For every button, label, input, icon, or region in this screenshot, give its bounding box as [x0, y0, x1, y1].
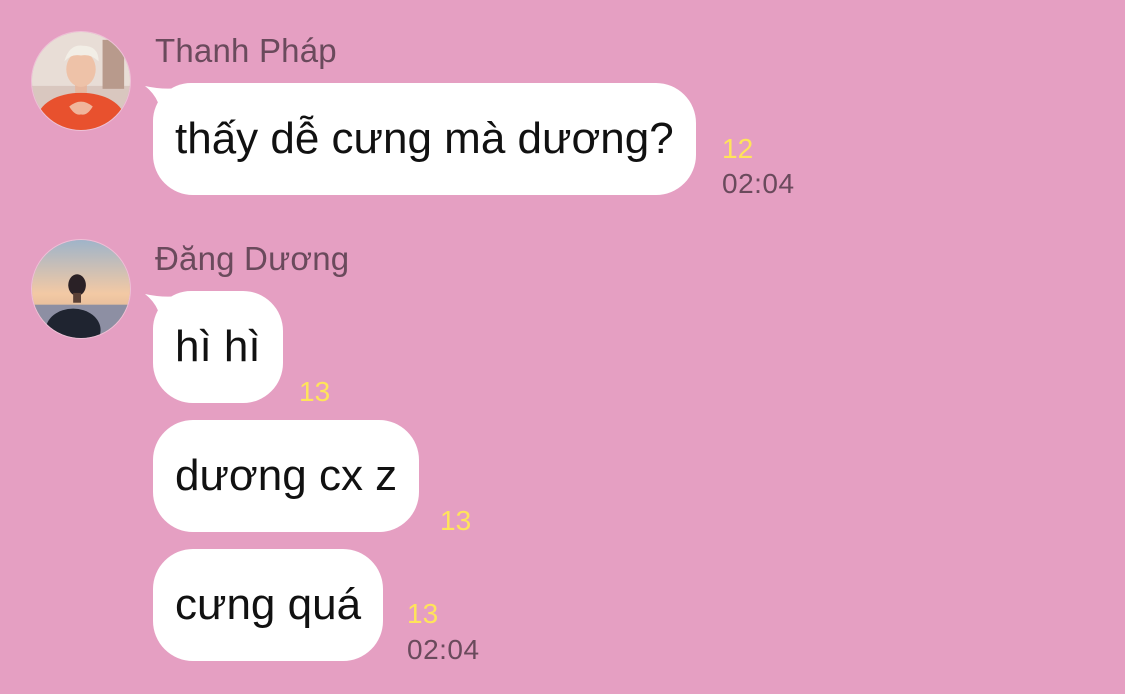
- read-count: 13: [440, 505, 472, 536]
- avatar-photo-icon: [32, 240, 130, 338]
- message-bubble[interactable]: thấy dễ cưng mà dương?: [153, 83, 696, 195]
- message-text: cưng quá: [175, 580, 362, 629]
- message-text: hì hì: [175, 322, 261, 371]
- avatar-dang-duong[interactable]: [31, 239, 131, 339]
- message-time: 02:04: [407, 634, 480, 665]
- chat-thread: Thanh Pháp thấy dễ cưng mà dương? 12 02:…: [0, 0, 1125, 694]
- avatar-photo-icon: [32, 32, 130, 130]
- sender-name: Thanh Pháp: [155, 32, 337, 69]
- message-bubble[interactable]: cưng quá: [153, 549, 384, 661]
- message-bubble[interactable]: dương cx z: [153, 420, 420, 532]
- read-count: 13: [407, 598, 439, 629]
- message-text: thấy dễ cưng mà dương?: [175, 114, 674, 163]
- message-bubble[interactable]: hì hì: [153, 291, 283, 403]
- avatar-thanh-phap[interactable]: [31, 31, 131, 131]
- read-count: 13: [299, 376, 331, 407]
- message-text: dương cx z: [175, 451, 398, 500]
- message-time: 02:04: [722, 168, 795, 199]
- sender-name: Đăng Dương: [155, 240, 350, 277]
- read-count: 12: [722, 133, 754, 164]
